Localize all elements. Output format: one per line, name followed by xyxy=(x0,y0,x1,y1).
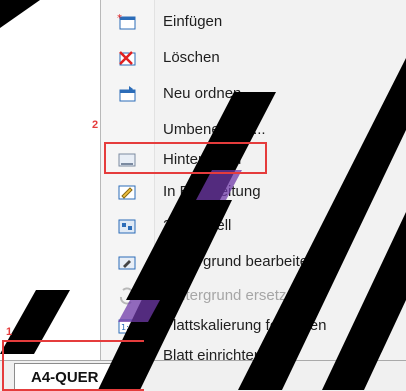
replace-background-icon xyxy=(117,286,137,306)
menu-item-2d-model[interactable]: 2D-Modell xyxy=(101,208,406,244)
menu-item-label: Einfügen xyxy=(163,13,223,30)
annotation-marker-1: 1 xyxy=(6,326,13,338)
menu-item-label: Hintergrund bearbeiten xyxy=(163,253,317,270)
menu-item-label: In Bearbeitung xyxy=(163,183,261,200)
menu-item-in-progress[interactable]: In Bearbeitung xyxy=(101,174,406,210)
insert-layout-icon: * xyxy=(117,12,137,32)
edit-background-icon xyxy=(117,252,137,272)
menu-item-reorder[interactable]: Neu ordnen... xyxy=(101,76,406,112)
edit-mode-icon xyxy=(117,182,137,202)
menu-item-label: Hintergrund xyxy=(163,151,242,168)
menu-item-label: 2D-Modell xyxy=(163,217,232,234)
svg-text:*: * xyxy=(117,13,122,24)
layout-context-menu: * Einfügen Löschen Neu ordnen... Umbenen… xyxy=(100,0,406,391)
screenshot: * Einfügen Löschen Neu ordnen... Umbenen… xyxy=(0,0,406,391)
model-2d-icon xyxy=(117,216,137,236)
scale-icon: 1:1 xyxy=(117,316,137,336)
menu-item-label: Neu ordnen... xyxy=(163,85,254,102)
menu-item-insert[interactable]: * Einfügen xyxy=(101,4,406,40)
reorder-icon xyxy=(117,84,137,104)
delete-layout-icon xyxy=(117,48,137,68)
svg-text:1:1: 1:1 xyxy=(121,323,134,332)
menu-item-delete[interactable]: Löschen xyxy=(101,40,406,76)
menu-item-edit-background[interactable]: Hintergrund bearbeiten xyxy=(101,244,406,280)
menu-item-label: Löschen xyxy=(163,49,220,66)
background-icon xyxy=(117,150,137,170)
tab-layout-active[interactable]: A4-QUER xyxy=(14,363,126,391)
menu-item-background[interactable]: Hintergrund xyxy=(101,142,406,178)
annotation-marker-2: 2 xyxy=(92,119,99,131)
